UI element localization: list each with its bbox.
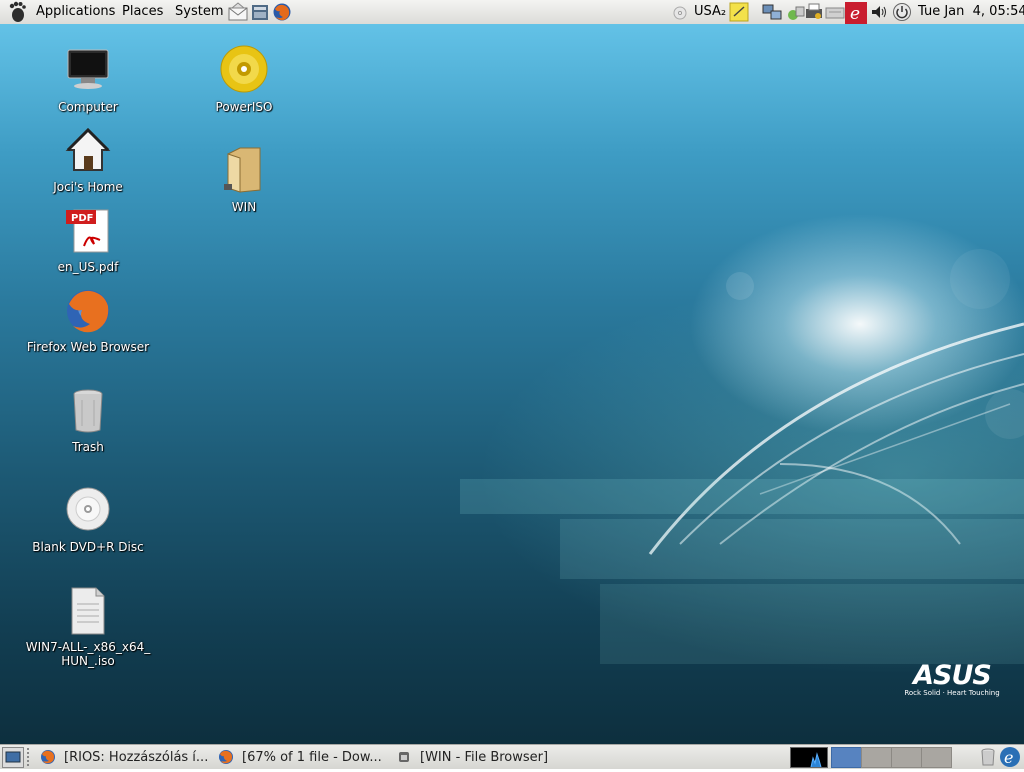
task-label: [67% of 1 file - Dow... xyxy=(242,749,382,765)
bottom-panel: [RIOS: Hozzászólás í... [67% of 1 file -… xyxy=(0,744,1024,769)
icon-label: en_US.pdf xyxy=(57,260,119,274)
applications-menu[interactable]: Applications xyxy=(36,4,115,19)
pdf-icon: PDF xyxy=(23,204,153,256)
system-monitor[interactable] xyxy=(790,747,828,768)
workspace-2[interactable] xyxy=(861,747,892,768)
keyboard-layout-indicator[interactable]: USA₂ xyxy=(694,4,726,19)
desktop-icon-computer[interactable]: Computer xyxy=(23,44,153,114)
show-desktop-button[interactable] xyxy=(2,747,24,768)
notes-icon[interactable] xyxy=(729,2,749,22)
power-icon[interactable] xyxy=(892,2,912,22)
volume-icon[interactable] xyxy=(870,2,888,22)
keyboard-icon[interactable] xyxy=(825,2,845,22)
network-icon[interactable] xyxy=(762,2,784,22)
task-download-firefox[interactable]: [67% of 1 file - Dow... xyxy=(218,747,390,767)
firefox-icon xyxy=(218,749,234,765)
icon-label: WIN xyxy=(231,200,257,214)
gnome-foot-icon[interactable] xyxy=(8,1,28,22)
firefox-icon xyxy=(40,749,56,765)
task-win-file-browser[interactable]: [WIN - File Browser] xyxy=(396,747,568,767)
folder-window-icon xyxy=(396,749,412,765)
firefox-icon[interactable] xyxy=(272,2,292,22)
brand-tagline: Rock Solid · Heart Touching xyxy=(904,689,1000,697)
desktop-icon-trash[interactable]: Trash xyxy=(23,386,153,454)
places-menu[interactable]: Places xyxy=(122,4,163,19)
mail-icon[interactable] xyxy=(228,2,248,22)
folder-icon xyxy=(179,144,309,196)
system-menu[interactable]: System xyxy=(175,4,223,19)
panel-handle[interactable] xyxy=(27,748,33,766)
workspace-4[interactable] xyxy=(921,747,952,768)
app-e-launcher-icon[interactable]: e xyxy=(998,746,1022,772)
desktop[interactable]: Computer PowerISO Joci's Home WIN PDF en… xyxy=(0,24,1024,744)
clock[interactable]: Tue Jan 4, 05:54 xyxy=(918,4,1024,19)
asus-logo: ASUS Rock Solid · Heart Touching xyxy=(902,660,1002,697)
task-rios-firefox[interactable]: [RIOS: Hozzászólás í... xyxy=(40,747,212,767)
app-e-icon[interactable]: e xyxy=(845,2,867,24)
trash-icon[interactable] xyxy=(980,747,996,771)
wallpaper-streaks xyxy=(460,249,1024,664)
icon-label: Trash xyxy=(72,440,104,454)
icon-label: WIN7-ALL-_x86_x64_ xyxy=(25,640,151,654)
top-panel: Applications Places System USA₂ e Tue Ja… xyxy=(0,0,1024,25)
icon-label-line2: HUN_.iso xyxy=(61,654,115,668)
icon-label: Blank DVD+R Disc xyxy=(32,540,144,554)
icon-label: PowerISO xyxy=(215,100,273,114)
svg-text:e: e xyxy=(1004,748,1013,767)
icon-label: Firefox Web Browser xyxy=(26,340,150,354)
printer-icon[interactable] xyxy=(804,2,824,22)
brand-name: ASUS xyxy=(913,660,992,691)
workspace-1[interactable] xyxy=(831,747,862,768)
weather-icon[interactable] xyxy=(785,2,805,22)
trash-icon xyxy=(23,386,153,436)
workspace-3[interactable] xyxy=(891,747,922,768)
dvd-icon xyxy=(23,486,153,536)
icon-label: Joci's Home xyxy=(53,180,123,194)
file-manager-icon[interactable] xyxy=(250,2,270,22)
svg-text:PDF: PDF xyxy=(71,213,93,224)
cd-icon[interactable] xyxy=(672,2,688,22)
firefox-icon xyxy=(23,286,153,336)
desktop-icon-pdf[interactable]: PDF en_US.pdf xyxy=(23,204,153,274)
task-label: [RIOS: Hozzászólás í... xyxy=(64,749,209,765)
desktop-icon-iso-file[interactable]: WIN7-ALL-_x86_x64_ HUN_.iso xyxy=(23,586,153,668)
desktop-icon-firefox[interactable]: Firefox Web Browser xyxy=(23,286,153,354)
home-icon xyxy=(23,124,153,176)
icon-label: Computer xyxy=(58,100,118,114)
computer-icon xyxy=(23,44,153,96)
desktop-icon-win[interactable]: WIN xyxy=(179,144,309,214)
poweriso-icon xyxy=(179,44,309,96)
svg-text:e: e xyxy=(850,4,860,24)
desktop-icon-poweriso[interactable]: PowerISO xyxy=(179,44,309,114)
file-icon xyxy=(23,586,153,636)
desktop-icon-home[interactable]: Joci's Home xyxy=(23,124,153,194)
desktop-icon-dvd[interactable]: Blank DVD+R Disc xyxy=(23,486,153,554)
task-label: [WIN - File Browser] xyxy=(420,749,549,765)
